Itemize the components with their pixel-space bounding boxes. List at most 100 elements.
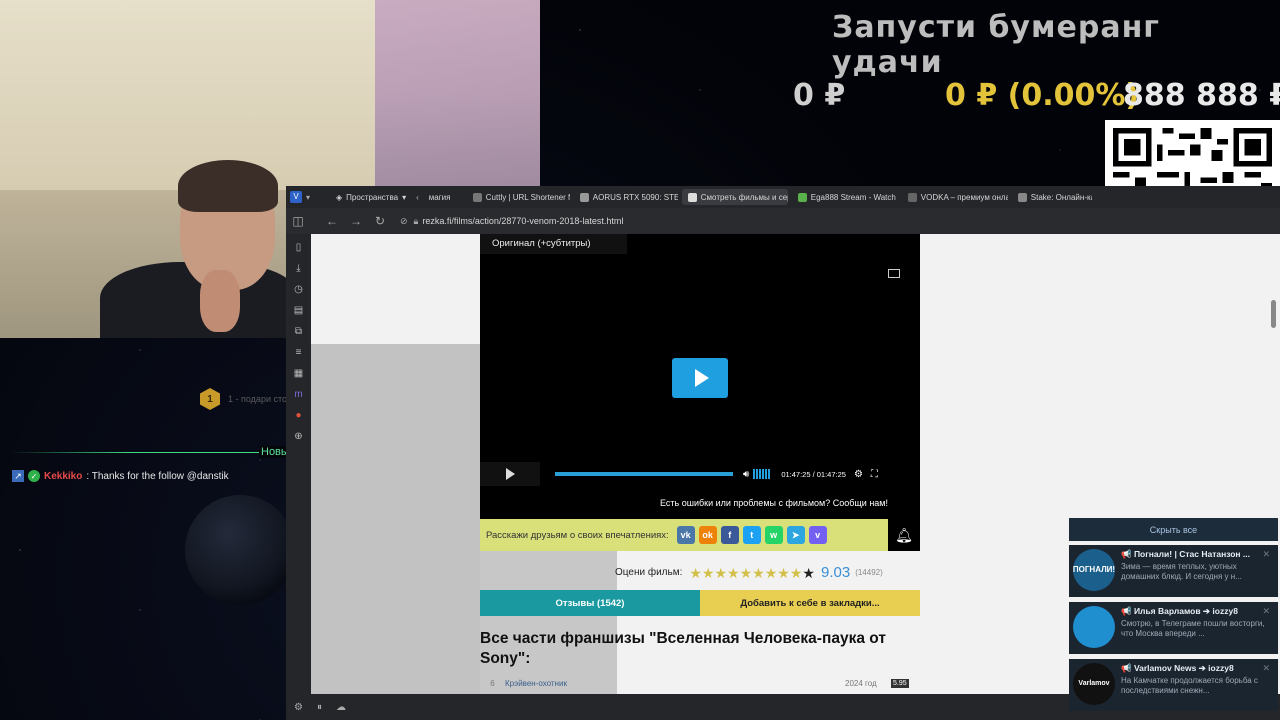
notification-text: Смотрю, в Телеграме пошли восторги, что … [1121,619,1265,638]
star-icon[interactable]: ★ [740,566,753,580]
menu-chevron-icon[interactable]: ▾ [306,193,310,202]
chat-username[interactable]: Kekkiko [44,471,82,482]
report-problem-link[interactable]: Есть ошибки или проблемы с фильмом? Сооб… [480,498,888,508]
video-player[interactable]: Оригинал (+субтитры) 🔊︎ 01:47:25 / 01:47… [480,234,920,551]
rating-stars[interactable]: ★ ★ ★ ★ ★ ★ ★ ★ ★ ★ [689,566,815,580]
spaces-button[interactable]: ◈ Пространства ▾ [330,193,412,202]
forward-icon[interactable]: → [344,214,368,228]
volume-icon[interactable]: 🔊︎ [743,469,749,480]
notification-title: 📢 Илья Варламов ➔ iozzy8 [1121,606,1238,616]
star-icon[interactable]: ★ [765,566,778,580]
add-panel-icon[interactable]: ⊕ [293,431,305,443]
settings-gear-icon[interactable]: ⚙ [854,469,863,480]
viber-icon[interactable]: v [808,526,827,544]
notification-text: На Камчатке продолжается борьба с послед… [1121,676,1258,695]
reading-list-icon[interactable]: ≡ [293,347,305,359]
channel-avatar: ПОГНАЛИ! [1073,549,1115,591]
vk-icon[interactable]: vk [676,526,695,544]
close-icon[interactable]: ✕ [1262,606,1270,617]
lock-icon[interactable]: 🔒︎ [414,216,419,227]
page-scrollbar[interactable] [1271,300,1276,328]
verified-badge-icon: ✓ [28,470,40,482]
sync-cloud-icon[interactable]: ☁ [336,702,346,713]
history-icon[interactable]: ◷ [293,284,305,296]
facebook-icon[interactable]: f [720,526,739,544]
url-field[interactable]: rezka.fi/films/action/28770-venom-2018-l… [422,216,623,226]
franchise-title: Все части франшизы "Вселенная Человека-п… [480,630,886,667]
tab-0[interactable]: магия [423,189,463,205]
tab-6[interactable]: Stake: Онлайн-кази [1012,189,1092,205]
notes-icon[interactable]: ▤ [293,305,305,317]
movie-rating: Оцени фильм: ★ ★ ★ ★ ★ ★ ★ ★ ★ ★ 9.03 (14492) [615,564,883,581]
tab-1[interactable]: Cuttly | URL Shortener for [467,189,570,205]
reviews-button[interactable]: Отзывы (1542) [480,590,700,616]
tab-favicon-icon [472,192,482,202]
tab-label: Ega888 Stream - Watch Li [810,192,898,202]
twitter-icon[interactable]: t [742,526,761,544]
star-icon[interactable]: ★ [790,566,803,580]
notify-bell-icon[interactable]: 🔔︎ [888,519,920,551]
mastodon-icon[interactable]: m [293,389,305,401]
tab-5[interactable]: VODKA – премиум онла [902,189,1008,205]
star-icon[interactable]: ★ [802,566,815,580]
streamer-hair [178,160,278,212]
franchise-number: 6 [490,679,495,688]
calendar-icon[interactable]: ▦ [293,368,305,380]
picture-in-picture-icon[interactable] [888,269,900,278]
rating-value: 9.03 [820,564,851,581]
tab-favicon-icon [797,192,807,202]
close-icon[interactable]: ✕ [1262,663,1270,674]
add-bookmark-button[interactable]: Добавить к себе в закладки... [700,590,920,616]
odnoklassniki-icon[interactable]: ok [698,526,717,544]
tab-4[interactable]: Ega888 Stream - Watch Li [792,189,898,205]
translation-select[interactable]: Оригинал (+субтитры) [480,234,627,254]
star-icon[interactable]: ★ [702,566,715,580]
notification-card[interactable]: ПОГНАЛИ! 📢 Погнали! | Стас Натанзон ... … [1069,545,1278,597]
star-icon[interactable]: ★ [777,566,790,580]
bookmarks-icon[interactable]: ▯ [293,242,305,254]
tab-label: магия [428,192,451,202]
back-icon[interactable]: ← [320,214,344,228]
whatsapp-icon[interactable]: w [764,526,783,544]
webcam-curtain [375,0,540,190]
star-icon[interactable]: ★ [752,566,765,580]
franchise-movie-link[interactable]: Крэйвен-охотник [505,679,845,688]
share-bar: Расскажи друзьям о своих впечатлениях: v… [480,519,888,551]
star-icon[interactable]: ★ [727,566,740,580]
downloads-icon[interactable]: ⤓ [293,263,305,275]
progress-bar[interactable] [555,472,733,476]
reload-icon[interactable]: ↻ [368,214,392,228]
tab-2[interactable]: AORUS RTX 5090: STEALT [574,189,678,205]
vivaldi-social-icon[interactable]: ● [293,410,305,422]
telegram-icon[interactable]: ➤ [786,526,805,544]
notification-card[interactable]: Varlamov 📢 Varlamov News ➔ iozzy8 На Кам… [1069,659,1278,711]
star-icon[interactable]: ★ [689,566,702,580]
play-icon[interactable] [480,462,540,486]
sidebar-toggle-icon[interactable]: ◫ [286,214,310,228]
star-icon[interactable]: ★ [714,566,727,580]
rating-count: (14492) [855,568,883,577]
player-controls: 🔊︎ 01:47:25 / 01:47:25 ⚙ ⛶ [480,462,920,486]
play-button-large[interactable] [672,358,728,398]
prime-badge-icon: ↗ [12,470,24,482]
address-bar: ◫ ← → ↻ ⊘ 🔒︎ rezka.fi/films/action/28770… [286,208,1280,234]
tab-3[interactable]: Смотреть фильмы и сер [681,189,788,205]
hide-all-notifications-button[interactable]: Скрыть все [1069,518,1278,541]
volume-slider[interactable] [753,469,772,479]
share-label: Расскажи друзьям о своих впечатлениях: [486,529,669,541]
notification-card[interactable]: 📢 Илья Варламов ➔ iozzy8 Смотрю, в Телег… [1069,602,1278,654]
fullscreen-icon[interactable]: ⛶ [871,469,878,480]
franchise-row[interactable]: 6 Крэйвен-охотник 2024 год 5.95 [480,679,920,688]
browser-logo-icon[interactable]: V [290,191,302,203]
close-icon[interactable]: ✕ [1262,549,1270,560]
franchise-score: 5.95 [891,679,909,688]
promo-total: 888 888 ₽ [1123,78,1280,113]
tab-scroll-left-icon[interactable]: ‹ [416,193,419,202]
promo-gain: 0 ₽ (0.00%) [945,78,1140,113]
translate-icon[interactable]: ⧉ [293,326,305,338]
settings-icon[interactable]: ⚙ [294,702,303,713]
tracker-block-icon[interactable]: ⊘ [400,216,408,227]
tab-favicon-icon [687,192,697,202]
franchise-year: 2024 год [845,679,877,688]
panel-toggle-icon[interactable]: ⏸ [317,702,322,713]
